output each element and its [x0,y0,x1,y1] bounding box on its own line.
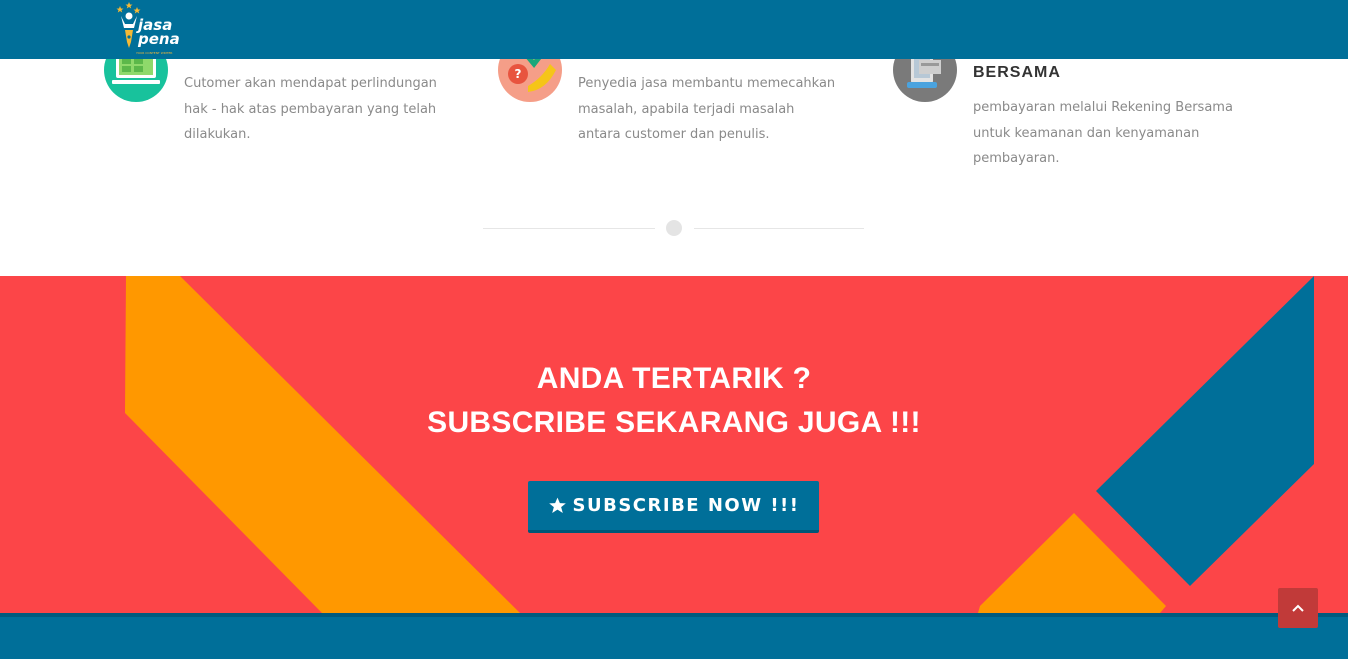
divider-dot [666,220,682,236]
svg-text:?: ? [515,67,522,81]
logo-tagline: YOUR CONTENT WRITER [136,51,173,55]
logo-word-pena: pena [138,30,180,48]
decorative-shapes [125,276,1314,613]
jasapena-logo[interactable]: jasa pena YOUR CONTENT WRITER [112,2,184,58]
divider-line-left [483,228,655,229]
back-to-top-button[interactable] [1278,588,1318,628]
star-icon [548,497,566,514]
subscribe-section: ANDA TERTARIK ? SUBSCRIBE SEKARANG JUGA … [0,276,1348,613]
cta-heading-line2: SUBSCRIBE SEKARANG JUGA !!! [427,406,921,439]
cta-heading-line1: ANDA TERTARIK ? [536,362,812,395]
feature-text-protection: Cutomer akan mendapat perlindungan hak -… [184,76,437,142]
feature-text-joint-account: pembayaran melalui Rekening Bersama untu… [973,100,1233,166]
chevron-up-icon [1292,604,1304,612]
site-footer [0,613,1348,659]
site-header: jasa pena YOUR CONTENT WRITER [0,0,1348,59]
subscribe-now-label: SUBSCRIBE NOW !!! [572,495,800,516]
subscribe-now-button[interactable]: SUBSCRIBE NOW !!! [528,481,819,533]
divider-line-right [694,228,864,229]
feature-title-bersama: BERSAMA [973,64,1061,81]
feature-text-support: Penyedia jasa membantu memecahkan masala… [578,76,836,142]
